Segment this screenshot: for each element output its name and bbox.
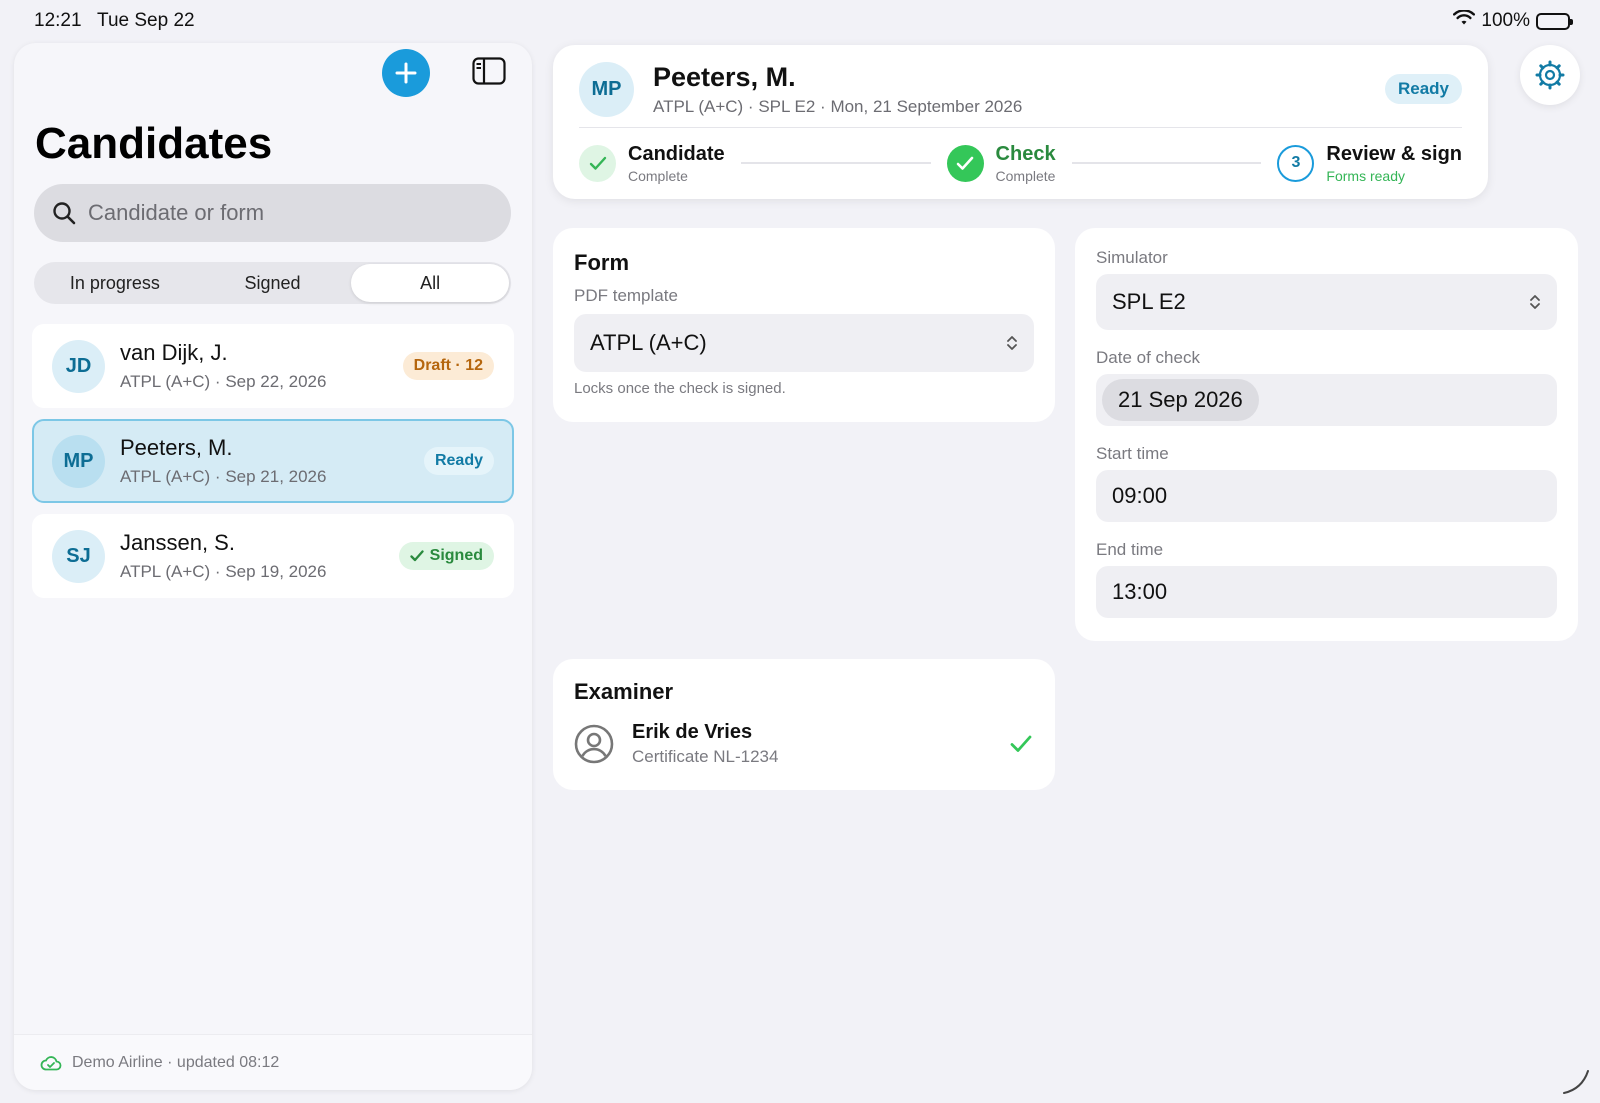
candidate-name: van Dijk, J.: [120, 340, 228, 365]
battery-percent: 100%: [1481, 10, 1530, 31]
end-time-field[interactable]: 13:00: [1096, 566, 1557, 618]
field-hint: Locks once the check is signed.: [574, 380, 786, 397]
avatar: MP: [579, 62, 634, 117]
sync-status: Demo Airline · updated 08:12: [14, 1034, 532, 1090]
step-title: Candidate: [628, 142, 725, 165]
date-picker-button[interactable]: 21 Sep 2026: [1102, 379, 1259, 421]
field-label: Start time: [1096, 444, 1169, 463]
step-check[interactable]: Check Complete: [946, 142, 1056, 184]
gear-icon: [1535, 60, 1565, 90]
field-value: 09:00: [1112, 483, 1168, 508]
search-field[interactable]: Candidate or form: [34, 184, 511, 242]
field-label: End time: [1096, 540, 1164, 559]
start-time-field[interactable]: 09:00: [1096, 470, 1557, 522]
status-badge: Ready: [423, 447, 494, 475]
status-bar-time: 12:21 Tue Sep 22: [34, 10, 195, 32]
person-circle-icon: [574, 724, 614, 764]
search-icon: [53, 202, 76, 225]
status-badge: Signed: [398, 542, 494, 570]
step-candidate[interactable]: Candidate Complete: [579, 143, 725, 184]
avatar: SJ: [52, 529, 105, 583]
candidate-list: JD van Dijk, J. ATPL (A+C) · Sep 22, 202…: [32, 324, 514, 609]
candidate-row-van-dijk[interactable]: JD van Dijk, J. ATPL (A+C) · Sep 22, 202…: [32, 324, 514, 408]
settings-button[interactable]: [1520, 45, 1580, 105]
candidate-name-heading: Peeters, M.: [653, 62, 796, 92]
chevron-up-down-icon: [1007, 336, 1017, 350]
page-title: Candidates: [35, 119, 273, 168]
candidate-subtitle: ATPL (A+C) · Sep 22, 2026: [120, 372, 327, 391]
wifi-icon: [1453, 9, 1476, 32]
step-title: Review & sign: [1326, 142, 1463, 165]
candidate-subtitle: ATPL (A+C) · Sep 19, 2026: [120, 562, 327, 581]
checkmark-icon: [410, 550, 424, 562]
select-value: SPL E2: [1112, 289, 1186, 314]
sidebar-toggle-icon: [472, 57, 506, 85]
examiner-card: Examiner Erik de Vries Certificate NL-12…: [553, 659, 1055, 790]
step-complete-icon: [579, 144, 616, 182]
candidate-row-peeters[interactable]: MP Peeters, M. ATPL (A+C) · Sep 21, 2026…: [32, 419, 514, 503]
pdf-template-select[interactable]: ATPL (A+C): [574, 314, 1034, 372]
date-of-check-field: 21 Sep 2026: [1096, 374, 1557, 426]
examiner-name: Erik de Vries: [632, 721, 753, 743]
filter-segmented-control: In progress Signed All: [34, 262, 511, 304]
step-subtitle: Forms ready: [1326, 167, 1405, 184]
segment-signed[interactable]: Signed: [194, 264, 352, 302]
status-bar-right: 100%: [1453, 9, 1573, 32]
status-badge-label: Signed: [429, 547, 483, 564]
segment-in-progress[interactable]: In progress: [36, 264, 194, 302]
session-details-card: Simulator SPL E2 Date of check 21 Sep 20…: [1075, 228, 1578, 641]
candidate-subtitle: ATPL (A+C) · Sep 21, 2026: [120, 467, 327, 486]
avatar: MP: [52, 434, 105, 488]
candidate-name: Peeters, M.: [120, 435, 233, 460]
cloud-check-icon: [40, 1055, 62, 1070]
step-connector: [740, 162, 931, 164]
resize-handle-icon: [1560, 1063, 1594, 1102]
segment-all[interactable]: All: [351, 264, 510, 302]
candidate-name: Janssen, S.: [120, 530, 235, 555]
form-card: Form PDF template ATPL (A+C) Locks once …: [553, 228, 1055, 422]
avatar: JD: [52, 339, 105, 393]
card-title: Examiner: [574, 679, 674, 704]
simulator-select[interactable]: SPL E2: [1096, 274, 1557, 330]
examiner-row[interactable]: Erik de Vries Certificate NL-1234: [574, 721, 1034, 767]
status-badge: Ready: [1384, 74, 1462, 104]
step-subtitle: Complete: [995, 167, 1056, 184]
candidate-row-janssen[interactable]: SJ Janssen, S. ATPL (A+C) · Sep 19, 2026…: [32, 514, 514, 598]
candidate-header-card: MP Peeters, M. ATPL (A+C) · SPL E2 · Mon…: [553, 45, 1488, 199]
card-title: Form: [574, 250, 629, 275]
status-time: 12:21: [34, 10, 82, 31]
search-placeholder: Candidate or form: [88, 200, 265, 225]
field-value: 13:00: [1112, 579, 1168, 604]
step-connector: [1071, 162, 1262, 164]
sync-status-text: Demo Airline · updated 08:12: [72, 1053, 280, 1071]
field-label: Simulator: [1096, 248, 1168, 267]
examiner-certificate: Certificate NL-1234: [632, 747, 779, 766]
step-title: Check: [995, 142, 1056, 165]
divider: [579, 127, 1462, 128]
step-complete-icon: [946, 144, 984, 182]
sidebar-toggle-button[interactable]: [472, 57, 506, 85]
status-badge: Draft · 12: [402, 352, 494, 380]
field-label: Date of check: [1096, 348, 1200, 367]
step-review-sign[interactable]: 3 Review & sign Forms ready: [1277, 143, 1462, 184]
sidebar: Candidates Candidate or form In progress…: [14, 43, 532, 1090]
chevron-up-down-icon: [1530, 295, 1540, 309]
candidate-summary: ATPL (A+C) · SPL E2 · Mon, 21 September …: [653, 97, 1023, 116]
checkmark-icon: [1010, 735, 1032, 752]
step-number: 3: [1277, 144, 1315, 182]
select-value: ATPL (A+C): [590, 330, 707, 355]
battery-icon: [1536, 12, 1573, 30]
add-candidate-button[interactable]: [382, 49, 430, 97]
status-date: Tue Sep 22: [97, 10, 195, 31]
step-subtitle: Complete: [628, 167, 688, 184]
progress-steps: Candidate Complete Check Complete 3 Revi…: [579, 139, 1462, 187]
plus-icon: [395, 62, 417, 84]
field-label: PDF template: [574, 286, 678, 305]
